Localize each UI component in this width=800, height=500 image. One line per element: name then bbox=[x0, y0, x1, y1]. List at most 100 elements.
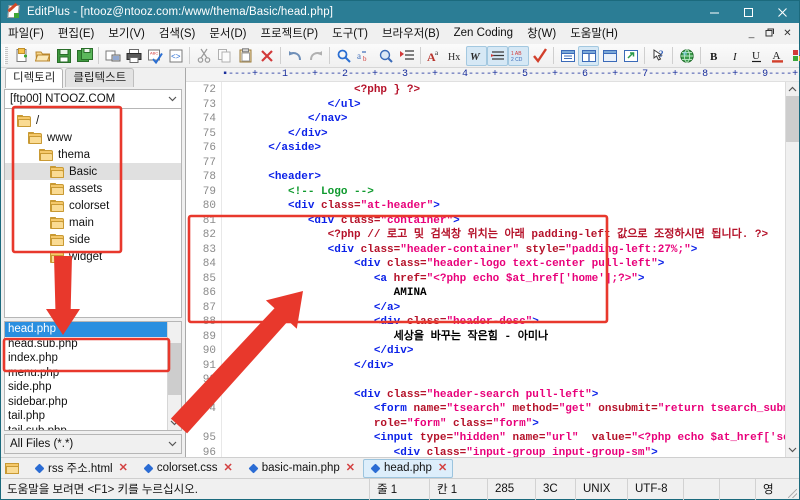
menu-edit[interactable]: 편집(E) bbox=[51, 23, 102, 43]
tree-item[interactable]: Basic bbox=[5, 163, 181, 180]
document-tab[interactable]: colorset.css ✕ bbox=[136, 459, 239, 478]
file-list-item[interactable]: tail.sub.php bbox=[5, 424, 167, 431]
tab-directory[interactable]: 디렉토리 bbox=[5, 68, 64, 88]
document-tab[interactable]: basic-main.php ✕ bbox=[241, 459, 361, 478]
save-all-icon[interactable] bbox=[74, 46, 95, 66]
bold-icon[interactable]: B bbox=[704, 46, 725, 66]
mdi-restore-button[interactable] bbox=[761, 25, 778, 41]
tab-cliptext[interactable]: 클립텍스트 bbox=[65, 68, 135, 87]
save-icon[interactable] bbox=[53, 46, 74, 66]
ftp-connection-combo[interactable]: [ftp00] NTOOZ.COM bbox=[4, 89, 182, 109]
file-list-item[interactable]: sidebar.php bbox=[5, 395, 167, 410]
window-list-icon[interactable] bbox=[557, 46, 578, 66]
font-color-icon[interactable]: A bbox=[767, 46, 788, 66]
chevron-down-icon[interactable] bbox=[164, 435, 181, 453]
show-spaces-icon[interactable]: 1 AB 2 CD bbox=[508, 45, 529, 66]
tree-item[interactable]: assets bbox=[5, 180, 181, 197]
close-button[interactable] bbox=[765, 1, 799, 23]
menu-tools[interactable]: 도구(T) bbox=[325, 23, 375, 43]
redo-icon[interactable] bbox=[305, 46, 326, 66]
tree-item[interactable]: thema bbox=[5, 146, 181, 163]
scroll-track-bottom[interactable] bbox=[168, 395, 181, 416]
scroll-down-arrow-icon[interactable] bbox=[168, 416, 181, 430]
folder-icon[interactable] bbox=[5, 462, 21, 475]
external-icon[interactable] bbox=[620, 46, 641, 66]
menu-document[interactable]: 문서(D) bbox=[202, 23, 253, 43]
split-window-icon[interactable] bbox=[578, 45, 599, 66]
underline-icon[interactable]: U bbox=[746, 46, 767, 66]
word-wrap-icon[interactable]: W bbox=[466, 45, 487, 66]
delete-icon[interactable] bbox=[256, 46, 277, 66]
browser-preview-icon[interactable] bbox=[676, 46, 697, 66]
copy-icon[interactable] bbox=[214, 46, 235, 66]
scroll-thumb[interactable] bbox=[168, 343, 181, 395]
goto-line-icon[interactable] bbox=[396, 46, 417, 66]
context-help-icon[interactable]: ? bbox=[648, 46, 669, 66]
mdi-minimize-button[interactable]: _ bbox=[743, 25, 760, 41]
menu-zen-coding[interactable]: Zen Coding bbox=[447, 25, 520, 41]
tree-item[interactable]: colorset bbox=[5, 197, 181, 214]
directory-tree[interactable]: / www thema Basic assets colorset main side widg… bbox=[4, 109, 182, 318]
maximize-button[interactable] bbox=[731, 1, 765, 23]
menu-view[interactable]: 보기(V) bbox=[101, 23, 152, 43]
minimize-button[interactable] bbox=[697, 1, 731, 23]
spell-check-icon[interactable]: ABC bbox=[144, 46, 165, 66]
file-list-item[interactable]: head.sub.php bbox=[5, 337, 167, 352]
file-list-item[interactable]: menu.php bbox=[5, 366, 167, 381]
palette-icon[interactable] bbox=[788, 46, 800, 66]
scroll-up-arrow-icon[interactable] bbox=[786, 82, 799, 96]
new-file-icon[interactable] bbox=[11, 46, 32, 66]
paste-icon[interactable] bbox=[235, 46, 256, 66]
document-tab[interactable]: head.php ✕ bbox=[362, 458, 454, 478]
tree-item[interactable]: widget bbox=[5, 248, 181, 265]
document-tab[interactable]: rss 주소.html ✕ bbox=[27, 459, 134, 478]
close-tab-icon[interactable]: ✕ bbox=[346, 462, 355, 474]
file-list-item[interactable]: side.php bbox=[5, 380, 167, 395]
code-area[interactable]: 72 73 74 75 76 77 78 79 80 81 82 83 84 85 86 87 88 89 90 91… bbox=[186, 82, 799, 457]
tree-item[interactable]: / bbox=[5, 112, 181, 129]
italic-icon[interactable]: I bbox=[725, 46, 746, 66]
menu-project[interactable]: 프로젝트(P) bbox=[253, 23, 325, 43]
menu-browser[interactable]: 브라우저(B) bbox=[375, 23, 447, 43]
find-icon[interactable] bbox=[333, 46, 354, 66]
cut-icon[interactable] bbox=[193, 46, 214, 66]
menu-search[interactable]: 검색(S) bbox=[152, 23, 203, 43]
menu-file[interactable]: 파일(F) bbox=[1, 23, 51, 43]
mdi-close-button[interactable]: ✕ bbox=[779, 25, 796, 41]
file-list-item[interactable]: head.php bbox=[5, 322, 167, 337]
file-list-scrollbar[interactable] bbox=[167, 322, 181, 430]
find-in-files-icon[interactable] bbox=[375, 46, 396, 66]
scroll-down-arrow-icon[interactable] bbox=[786, 443, 799, 457]
check-icon[interactable] bbox=[529, 46, 550, 66]
tree-item[interactable]: www bbox=[5, 129, 181, 146]
file-list[interactable]: head.php head.sub.php index.php menu.php sid… bbox=[4, 321, 182, 431]
print-preview-icon[interactable] bbox=[102, 46, 123, 66]
toolbar-grip[interactable] bbox=[4, 46, 8, 65]
resize-grip[interactable] bbox=[785, 479, 799, 500]
editor-vertical-scrollbar[interactable] bbox=[785, 82, 799, 457]
tree-item[interactable]: side bbox=[5, 231, 181, 248]
scroll-thumb[interactable] bbox=[786, 96, 799, 142]
scroll-track[interactable] bbox=[786, 142, 799, 443]
hex-view-icon[interactable]: Hx bbox=[445, 46, 466, 66]
tree-item[interactable]: main bbox=[5, 214, 181, 231]
file-list-item[interactable]: index.php bbox=[5, 351, 167, 366]
line-numbers-icon[interactable] bbox=[487, 45, 508, 66]
replace-icon[interactable]: ab bbox=[354, 46, 375, 66]
clipbook-icon[interactable] bbox=[599, 46, 620, 66]
close-tab-icon[interactable]: ✕ bbox=[438, 462, 447, 474]
code-text[interactable]: <?php } ?> </ul> </nav> </div> </aside> … bbox=[222, 82, 785, 457]
html-toolbar-icon[interactable]: <> bbox=[165, 46, 186, 66]
file-list-item[interactable]: tail.php bbox=[5, 409, 167, 424]
menu-help[interactable]: 도움말(H) bbox=[563, 23, 625, 43]
undo-icon[interactable] bbox=[284, 46, 305, 66]
close-tab-icon[interactable]: ✕ bbox=[224, 462, 233, 474]
file-filter-combo[interactable]: All Files (*.*) bbox=[4, 434, 182, 454]
font-icon[interactable]: Aa bbox=[424, 46, 445, 66]
open-file-icon[interactable] bbox=[32, 46, 53, 66]
scroll-track-top[interactable] bbox=[168, 322, 181, 343]
print-icon[interactable] bbox=[123, 46, 144, 66]
chevron-down-icon[interactable] bbox=[164, 90, 181, 108]
close-tab-icon[interactable]: ✕ bbox=[119, 462, 128, 474]
menu-window[interactable]: 창(W) bbox=[520, 23, 563, 43]
